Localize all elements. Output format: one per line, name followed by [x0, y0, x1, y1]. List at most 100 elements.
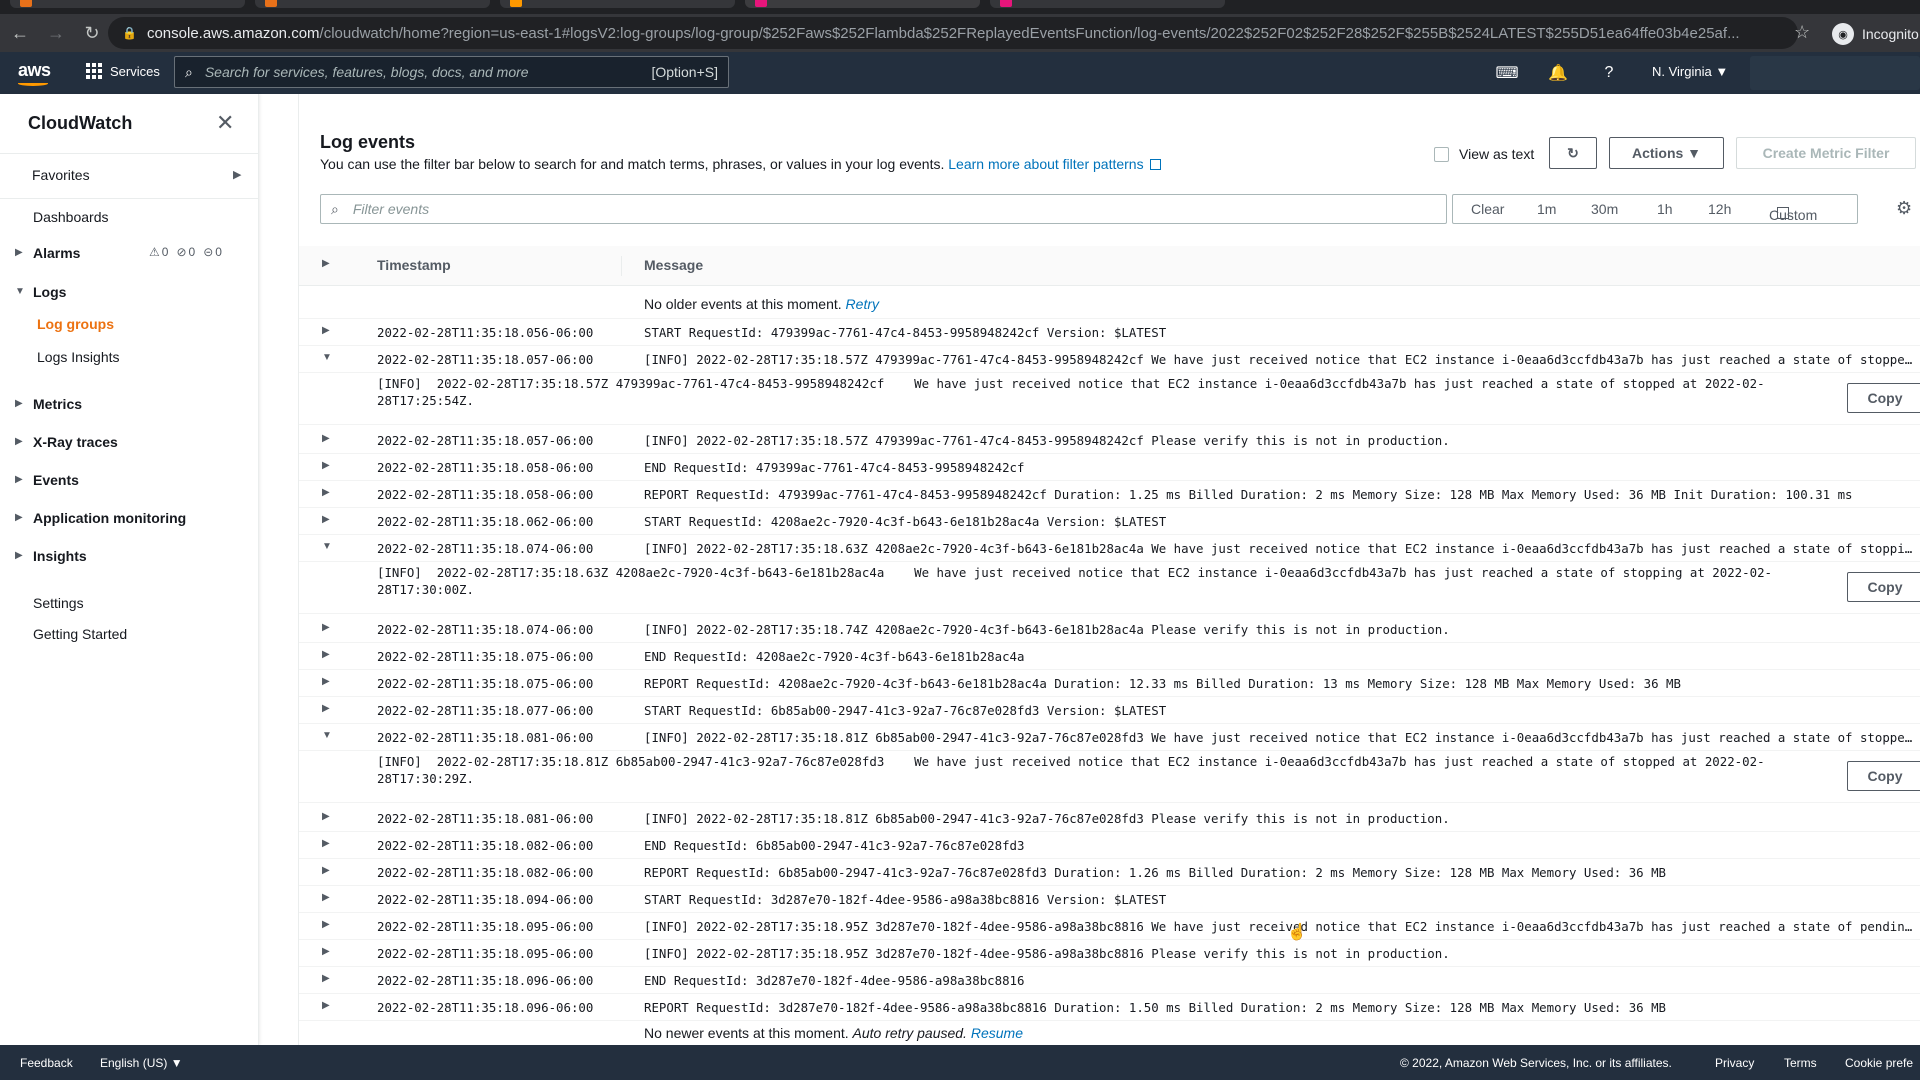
refresh-button[interactable]: ↻ [1549, 137, 1597, 169]
caret-right-icon[interactable]: ▶ [322, 676, 330, 687]
favorites-label: Favorites [32, 167, 90, 183]
caret-right-icon[interactable]: ▶ [322, 703, 330, 714]
expand-all-icon[interactable]: ▶ [322, 258, 330, 269]
range-12h-button[interactable]: 12h [1708, 201, 1731, 217]
table-row[interactable]: ▶ 2022-02-28T11:35:18.081-06:00 [INFO] 202… [299, 805, 1920, 832]
sidebar-item-favorites[interactable]: Favorites ▶ [0, 154, 259, 198]
caret-down-icon[interactable]: ▼ [322, 541, 332, 552]
col-message[interactable]: Message [644, 257, 703, 273]
table-row[interactable]: ▼ 2022-02-28T11:35:18.057-06:00 [INFO] 202… [299, 346, 1920, 373]
view-as-text-toggle[interactable]: View as text [1434, 146, 1534, 162]
table-row[interactable]: ▶ 2022-02-28T11:35:18.057-06:00 [INFO] 202… [299, 427, 1920, 454]
caret-right-icon[interactable]: ▶ [322, 460, 330, 471]
notifications-bell-icon[interactable]: 🔔 [1547, 62, 1569, 84]
caret-right-icon[interactable]: ▶ [322, 649, 330, 660]
console-footer: Feedback English (US) ▼ © 2022, Amazon W… [0, 1045, 1920, 1080]
view-as-text-checkbox[interactable] [1434, 146, 1449, 162]
aws-logo[interactable]: aws [18, 60, 51, 86]
caret-down-icon[interactable]: ▼ [322, 352, 332, 363]
address-bar[interactable]: 🔒 console.aws.amazon.com/cloudwatch/home… [108, 17, 1798, 49]
help-icon[interactable]: ? [1598, 62, 1620, 84]
create-metric-filter-button[interactable]: Create Metric Filter [1736, 137, 1916, 169]
table-row[interactable]: ▶ 2022-02-28T11:35:18.075-06:00 END Reques… [299, 643, 1920, 670]
table-row[interactable]: ▶ 2022-02-28T11:35:18.074-06:00 [INFO] 202… [299, 616, 1920, 643]
copy-button[interactable]: Copy [1847, 572, 1920, 602]
table-row[interactable]: ▶ 2022-02-28T11:35:18.077-06:00 START Requ… [299, 697, 1920, 724]
table-row[interactable]: ▶ 2022-02-28T11:35:18.095-06:00 [INFO] 202… [299, 940, 1920, 967]
close-icon[interactable]: ✕ [216, 110, 234, 136]
console-search-input[interactable]: ⌕ Search for services, features, blogs, … [174, 56, 729, 88]
row-timestamp: 2022-02-28T11:35:18.075-06:00 [377, 649, 594, 664]
caret-right-icon[interactable]: ▶ [322, 946, 330, 957]
caret-down-icon[interactable]: ▼ [322, 730, 332, 741]
services-menu[interactable]: Services [86, 63, 160, 79]
actions-button[interactable]: Actions ▼ [1609, 137, 1724, 169]
browser-tab[interactable] [500, 0, 735, 8]
table-row[interactable]: ▶ 2022-02-28T11:35:18.082-06:00 END Reques… [299, 832, 1920, 859]
terms-link[interactable]: Terms [1784, 1056, 1817, 1070]
copy-button[interactable]: Copy [1847, 761, 1920, 791]
range-clear-button[interactable]: Clear [1471, 201, 1504, 217]
table-row[interactable]: ▶ 2022-02-28T11:35:18.094-06:00 START Requ… [299, 886, 1920, 913]
table-row[interactable]: ▶ 2022-02-28T11:35:18.096-06:00 END Reques… [299, 967, 1920, 994]
browser-tab[interactable] [255, 0, 490, 8]
caret-right-icon[interactable]: ▶ [322, 973, 330, 984]
feedback-link[interactable]: Feedback [20, 1056, 73, 1070]
browser-tab[interactable] [745, 0, 980, 8]
reload-icon[interactable]: ↻ [76, 17, 108, 49]
caret-right-icon[interactable]: ▶ [322, 838, 330, 849]
resume-link[interactable]: Resume [971, 1025, 1023, 1041]
sidebar-item-logs-insights[interactable]: Logs Insights [37, 349, 120, 365]
region-selector[interactable]: N. Virginia ▼ [1652, 64, 1728, 79]
filter-events-input[interactable]: ⌕ Filter events [320, 194, 1447, 224]
insights-label: Insights [33, 548, 87, 564]
forward-icon[interactable]: → [40, 17, 72, 49]
caret-right-icon[interactable]: ▶ [322, 811, 330, 822]
caret-right-icon[interactable]: ▶ [322, 892, 330, 903]
incognito-indicator[interactable]: ◉ Incognito [1832, 23, 1919, 45]
caret-right-icon[interactable]: ▶ [322, 433, 330, 444]
table-row[interactable]: ▼ 2022-02-28T11:35:18.081-06:00 [INFO] 202… [299, 724, 1920, 751]
caret-right-icon[interactable]: ▶ [322, 865, 330, 876]
table-row[interactable]: ▶ 2022-02-28T11:35:18.095-06:00 [INFO] 202… [299, 913, 1920, 940]
back-icon[interactable]: ← [4, 17, 36, 49]
col-timestamp[interactable]: Timestamp [377, 257, 451, 273]
account-menu[interactable] [1750, 56, 1920, 90]
table-row[interactable]: ▶ 2022-02-28T11:35:18.058-06:00 REPORT Req… [299, 481, 1920, 508]
cloudshell-icon[interactable]: ⌨ [1495, 62, 1518, 84]
caret-right-icon[interactable]: ▶ [322, 514, 330, 525]
learn-more-link[interactable]: Learn more about filter patterns [948, 156, 1143, 172]
row-message: END RequestId: 3d287e70-182f-4dee-9586-a… [644, 973, 1025, 988]
tab-favicon [20, 0, 32, 7]
table-row[interactable]: ▼ 2022-02-28T11:35:18.074-06:00 [INFO] 202… [299, 535, 1920, 562]
privacy-link[interactable]: Privacy [1715, 1056, 1754, 1070]
bookmark-star-icon[interactable]: ☆ [1794, 22, 1810, 43]
row-message: START RequestId: 6b85ab00-2947-41c3-92a7… [644, 703, 1167, 718]
range-1m-button[interactable]: 1m [1537, 201, 1556, 217]
row-timestamp: 2022-02-28T11:35:18.058-06:00 [377, 460, 594, 475]
table-row[interactable]: ▶ 2022-02-28T11:35:18.075-06:00 REPORT Req… [299, 670, 1920, 697]
sidebar-item-log-groups[interactable]: Log groups [37, 316, 114, 332]
caret-right-icon[interactable]: ▶ [322, 622, 330, 633]
copy-button[interactable]: Copy [1847, 383, 1920, 413]
caret-right-icon[interactable]: ▶ [322, 1000, 330, 1011]
table-row[interactable]: ▶ 2022-02-28T11:35:18.096-06:00 REPORT Req… [299, 994, 1920, 1021]
getting-started-label: Getting Started [33, 626, 128, 642]
gear-icon[interactable]: ⚙ [1896, 198, 1912, 219]
caret-right-icon[interactable]: ▶ [322, 919, 330, 930]
browser-tab[interactable] [10, 0, 245, 8]
table-row[interactable]: ▶ 2022-02-28T11:35:18.056-06:00 START Requ… [299, 319, 1920, 346]
table-row[interactable]: ▶ 2022-02-28T11:35:18.058-06:00 END Reques… [299, 454, 1920, 481]
language-selector[interactable]: English (US) ▼ [100, 1056, 183, 1070]
retry-link[interactable]: Retry [846, 296, 879, 312]
range-30m-button[interactable]: 30m [1591, 201, 1618, 217]
caret-right-icon[interactable]: ▶ [322, 487, 330, 498]
browser-tab[interactable] [990, 0, 1225, 8]
range-1h-button[interactable]: 1h [1657, 201, 1673, 217]
table-row[interactable]: ▶ 2022-02-28T11:35:18.082-06:00 REPORT Req… [299, 859, 1920, 886]
caret-right-icon[interactable]: ▶ [322, 325, 330, 336]
row-timestamp: 2022-02-28T11:35:18.095-06:00 [377, 946, 594, 961]
cookie-preferences-link[interactable]: Cookie prefe [1845, 1056, 1913, 1070]
table-row[interactable]: ▶ 2022-02-28T11:35:18.062-06:00 START Requ… [299, 508, 1920, 535]
address-row: ← → ↻ 🔒 console.aws.amazon.com/cloudwatc… [0, 14, 1920, 52]
